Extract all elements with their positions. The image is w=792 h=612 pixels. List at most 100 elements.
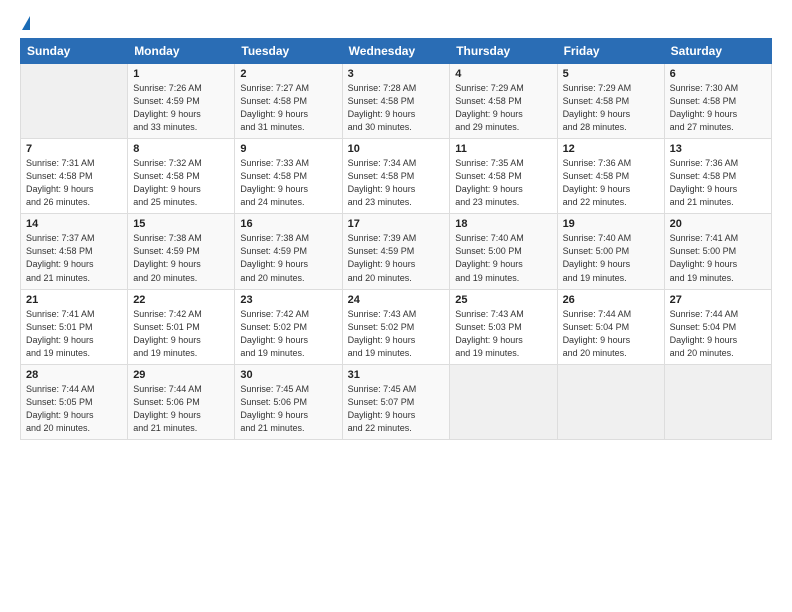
day-number: 29: [133, 369, 229, 381]
col-header-wednesday: Wednesday: [342, 39, 450, 64]
day-cell: 22Sunrise: 7:42 AM Sunset: 5:01 PM Dayli…: [128, 289, 235, 364]
day-cell: 2 Sunrise: 7:27 AM Sunset: 4:58 PM Daylig…: [235, 64, 342, 139]
day-cell: 28 Sunrise: 7:44 AM Sunset: 5:05 PM Dayli…: [21, 364, 128, 439]
day-number: 31: [348, 369, 445, 381]
week-row-3: 14 Sunrise: 7:37 AM Sunset: 4:58 PM Dayli…: [21, 214, 772, 289]
col-header-thursday: Thursday: [450, 39, 557, 64]
day-cell: 6Sunrise: 7:30 AM Sunset: 4:58 PM Daylig…: [664, 64, 771, 139]
day-info: Sunrise: 7:33 AM Sunset: 4:58 PM Dayligh…: [240, 157, 336, 209]
day-cell: 25 Sunrise: 7:43 AM Sunset: 5:03 PM Dayli…: [450, 289, 557, 364]
day-info: Sunrise: 7:39 AM Sunset: 4:59 PM Dayligh…: [348, 232, 445, 284]
day-cell: 13 Sunrise: 7:36 AM Sunset: 4:58 PM Dayli…: [664, 139, 771, 214]
day-info: Sunrise: 7:41 AM Sunset: 5:01 PM Dayligh…: [26, 308, 122, 360]
day-info: Sunrise: 7:31 AM Sunset: 4:58 PM Dayligh…: [26, 157, 122, 209]
day-info: Sunrise: 7:45 AM Sunset: 5:07 PM Dayligh…: [348, 383, 445, 435]
day-info: Sunrise: 7:43 AM Sunset: 5:02 PM Dayligh…: [348, 308, 445, 360]
day-cell: [557, 364, 664, 439]
day-cell: 24 Sunrise: 7:43 AM Sunset: 5:02 PM Dayli…: [342, 289, 450, 364]
day-info: Sunrise: 7:27 AM Sunset: 4:58 PM Dayligh…: [240, 82, 336, 134]
day-cell: 12Sunrise: 7:36 AM Sunset: 4:58 PM Dayli…: [557, 139, 664, 214]
day-cell: 18 Sunrise: 7:40 AM Sunset: 5:00 PM Dayli…: [450, 214, 557, 289]
day-info: Sunrise: 7:35 AM Sunset: 4:58 PM Dayligh…: [455, 157, 551, 209]
week-row-4: 21Sunrise: 7:41 AM Sunset: 5:01 PM Dayli…: [21, 289, 772, 364]
day-number: 11: [455, 143, 551, 155]
day-cell: 16 Sunrise: 7:38 AM Sunset: 4:59 PM Dayli…: [235, 214, 342, 289]
day-cell: 27 Sunrise: 7:44 AM Sunset: 5:04 PM Dayli…: [664, 289, 771, 364]
day-info: Sunrise: 7:44 AM Sunset: 5:04 PM Dayligh…: [563, 308, 659, 360]
calendar-header-row: SundayMondayTuesdayWednesdayThursdayFrid…: [21, 39, 772, 64]
day-info: Sunrise: 7:38 AM Sunset: 4:59 PM Dayligh…: [133, 232, 229, 284]
day-cell: [21, 64, 128, 139]
day-number: 30: [240, 369, 336, 381]
day-info: Sunrise: 7:36 AM Sunset: 4:58 PM Dayligh…: [670, 157, 766, 209]
day-info: Sunrise: 7:37 AM Sunset: 4:58 PM Dayligh…: [26, 232, 122, 284]
week-row-5: 28 Sunrise: 7:44 AM Sunset: 5:05 PM Dayli…: [21, 364, 772, 439]
day-number: 16: [240, 218, 336, 230]
day-cell: 3 Sunrise: 7:28 AM Sunset: 4:58 PM Daylig…: [342, 64, 450, 139]
day-info: Sunrise: 7:34 AM Sunset: 4:58 PM Dayligh…: [348, 157, 445, 209]
day-cell: 29 Sunrise: 7:44 AM Sunset: 5:06 PM Dayli…: [128, 364, 235, 439]
day-info: Sunrise: 7:44 AM Sunset: 5:06 PM Dayligh…: [133, 383, 229, 435]
day-cell: 9 Sunrise: 7:33 AM Sunset: 4:58 PM Daylig…: [235, 139, 342, 214]
day-info: Sunrise: 7:36 AM Sunset: 4:58 PM Dayligh…: [563, 157, 659, 209]
day-number: 8: [133, 143, 229, 155]
week-row-1: 1 Sunrise: 7:26 AM Sunset: 4:59 PM Daylig…: [21, 64, 772, 139]
col-header-sunday: Sunday: [21, 39, 128, 64]
page: SundayMondayTuesdayWednesdayThursdayFrid…: [0, 0, 792, 612]
day-number: 7: [26, 143, 122, 155]
day-info: Sunrise: 7:45 AM Sunset: 5:06 PM Dayligh…: [240, 383, 336, 435]
day-number: 2: [240, 68, 336, 80]
col-header-saturday: Saturday: [664, 39, 771, 64]
day-number: 23: [240, 294, 336, 306]
day-info: Sunrise: 7:26 AM Sunset: 4:59 PM Dayligh…: [133, 82, 229, 134]
day-info: Sunrise: 7:28 AM Sunset: 4:58 PM Dayligh…: [348, 82, 445, 134]
day-number: 26: [563, 294, 659, 306]
day-cell: 8Sunrise: 7:32 AM Sunset: 4:58 PM Daylig…: [128, 139, 235, 214]
day-info: Sunrise: 7:29 AM Sunset: 4:58 PM Dayligh…: [455, 82, 551, 134]
calendar-table: SundayMondayTuesdayWednesdayThursdayFrid…: [20, 38, 772, 440]
day-number: 14: [26, 218, 122, 230]
day-info: Sunrise: 7:29 AM Sunset: 4:58 PM Dayligh…: [563, 82, 659, 134]
day-cell: 30 Sunrise: 7:45 AM Sunset: 5:06 PM Dayli…: [235, 364, 342, 439]
day-number: 15: [133, 218, 229, 230]
day-number: 24: [348, 294, 445, 306]
day-info: Sunrise: 7:44 AM Sunset: 5:05 PM Dayligh…: [26, 383, 122, 435]
day-cell: 10 Sunrise: 7:34 AM Sunset: 4:58 PM Dayli…: [342, 139, 450, 214]
day-info: Sunrise: 7:40 AM Sunset: 5:00 PM Dayligh…: [563, 232, 659, 284]
day-number: 17: [348, 218, 445, 230]
day-cell: 7 Sunrise: 7:31 AM Sunset: 4:58 PM Daylig…: [21, 139, 128, 214]
day-number: 10: [348, 143, 445, 155]
day-cell: 1 Sunrise: 7:26 AM Sunset: 4:59 PM Daylig…: [128, 64, 235, 139]
day-number: 6: [670, 68, 766, 80]
day-number: 19: [563, 218, 659, 230]
logo-triangle-icon: [22, 16, 30, 30]
day-number: 20: [670, 218, 766, 230]
day-number: 1: [133, 68, 229, 80]
col-header-monday: Monday: [128, 39, 235, 64]
day-cell: 20Sunrise: 7:41 AM Sunset: 5:00 PM Dayli…: [664, 214, 771, 289]
day-info: Sunrise: 7:40 AM Sunset: 5:00 PM Dayligh…: [455, 232, 551, 284]
day-info: Sunrise: 7:44 AM Sunset: 5:04 PM Dayligh…: [670, 308, 766, 360]
week-row-2: 7 Sunrise: 7:31 AM Sunset: 4:58 PM Daylig…: [21, 139, 772, 214]
day-cell: 21Sunrise: 7:41 AM Sunset: 5:01 PM Dayli…: [21, 289, 128, 364]
day-cell: [664, 364, 771, 439]
day-number: 18: [455, 218, 551, 230]
day-number: 22: [133, 294, 229, 306]
day-cell: 14 Sunrise: 7:37 AM Sunset: 4:58 PM Dayli…: [21, 214, 128, 289]
day-info: Sunrise: 7:43 AM Sunset: 5:03 PM Dayligh…: [455, 308, 551, 360]
day-cell: 5Sunrise: 7:29 AM Sunset: 4:58 PM Daylig…: [557, 64, 664, 139]
day-cell: 19 Sunrise: 7:40 AM Sunset: 5:00 PM Dayli…: [557, 214, 664, 289]
day-cell: 31 Sunrise: 7:45 AM Sunset: 5:07 PM Dayli…: [342, 364, 450, 439]
day-number: 28: [26, 369, 122, 381]
day-info: Sunrise: 7:38 AM Sunset: 4:59 PM Dayligh…: [240, 232, 336, 284]
day-number: 25: [455, 294, 551, 306]
day-number: 9: [240, 143, 336, 155]
col-header-friday: Friday: [557, 39, 664, 64]
day-cell: 23 Sunrise: 7:42 AM Sunset: 5:02 PM Dayli…: [235, 289, 342, 364]
header: [20, 18, 772, 28]
col-header-tuesday: Tuesday: [235, 39, 342, 64]
day-number: 27: [670, 294, 766, 306]
day-number: 3: [348, 68, 445, 80]
day-number: 13: [670, 143, 766, 155]
day-info: Sunrise: 7:42 AM Sunset: 5:02 PM Dayligh…: [240, 308, 336, 360]
